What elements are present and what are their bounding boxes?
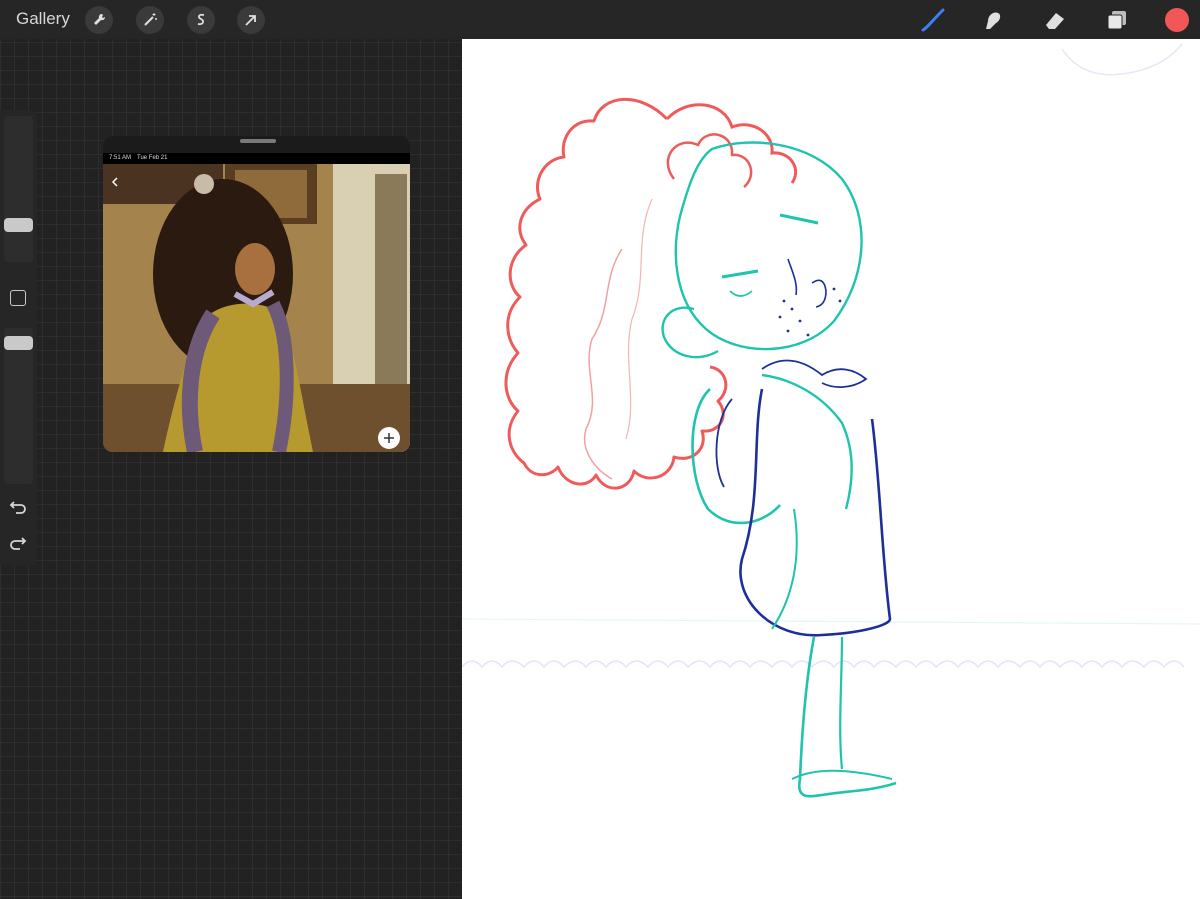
top-toolbar: Gallery xyxy=(0,0,1200,39)
nose-mark xyxy=(811,279,827,308)
arm-shade xyxy=(715,398,733,488)
reference-status-bar: 7:51 AM Tue Feb 21 xyxy=(103,153,410,164)
layers-button[interactable] xyxy=(1102,6,1132,34)
head-outline xyxy=(674,141,863,351)
reference-drag-handle[interactable] xyxy=(240,139,276,143)
horizon-line xyxy=(462,618,1200,625)
gallery-button[interactable]: Gallery xyxy=(16,9,70,29)
hair-inner-strand xyxy=(583,248,623,480)
wrench-icon xyxy=(94,13,106,25)
smudge-icon xyxy=(986,12,1001,30)
eraser-icon xyxy=(1046,13,1064,29)
sketch-artwork xyxy=(462,43,1200,798)
brush-icon xyxy=(921,8,945,32)
layers-icon xyxy=(1107,11,1126,30)
reference-photo xyxy=(103,164,410,452)
redo-icon[interactable] xyxy=(8,532,28,552)
brush-tool-button[interactable] xyxy=(918,6,948,34)
reference-window[interactable]: 7:51 AM Tue Feb 21 xyxy=(103,136,410,452)
foot xyxy=(791,769,893,780)
selection-button[interactable] xyxy=(187,6,215,34)
drawing-canvas[interactable] xyxy=(462,39,1200,899)
selection-icon xyxy=(197,13,205,26)
brush-size-slider[interactable] xyxy=(4,116,33,262)
brush-size-knob[interactable] xyxy=(4,218,33,232)
transform-arrow-icon xyxy=(245,15,256,26)
status-date: Tue Feb 21 xyxy=(137,155,168,161)
dress-outline xyxy=(739,388,892,637)
hair-inner-strand-2 xyxy=(625,198,653,440)
eye-line xyxy=(721,269,759,279)
transform-button[interactable] xyxy=(237,6,265,34)
ground-scribble xyxy=(462,660,1185,669)
left-sidebar xyxy=(0,110,37,565)
actions-button[interactable] xyxy=(85,6,113,34)
color-picker-button[interactable] xyxy=(1165,8,1189,32)
eraser-tool-button[interactable] xyxy=(1040,6,1070,34)
eyebrow xyxy=(779,213,819,225)
leg-back xyxy=(839,636,844,770)
corner-scribble xyxy=(1061,43,1183,76)
eye-lid xyxy=(729,290,753,297)
status-time: 7:51 AM xyxy=(109,155,132,161)
opacity-slider[interactable] xyxy=(4,328,33,484)
smudge-tool-button[interactable] xyxy=(978,6,1008,34)
collar-bow xyxy=(761,359,868,388)
adjustments-button[interactable] xyxy=(136,6,164,34)
magic-wand-icon xyxy=(144,13,157,26)
arm-outline xyxy=(691,388,781,525)
dress-fold xyxy=(771,508,798,630)
opacity-knob[interactable] xyxy=(4,336,33,350)
square-modify-icon[interactable] xyxy=(10,290,26,306)
freckles xyxy=(778,287,842,337)
face-accent xyxy=(787,258,798,296)
back-outline xyxy=(761,373,853,510)
undo-icon[interactable] xyxy=(8,496,28,516)
